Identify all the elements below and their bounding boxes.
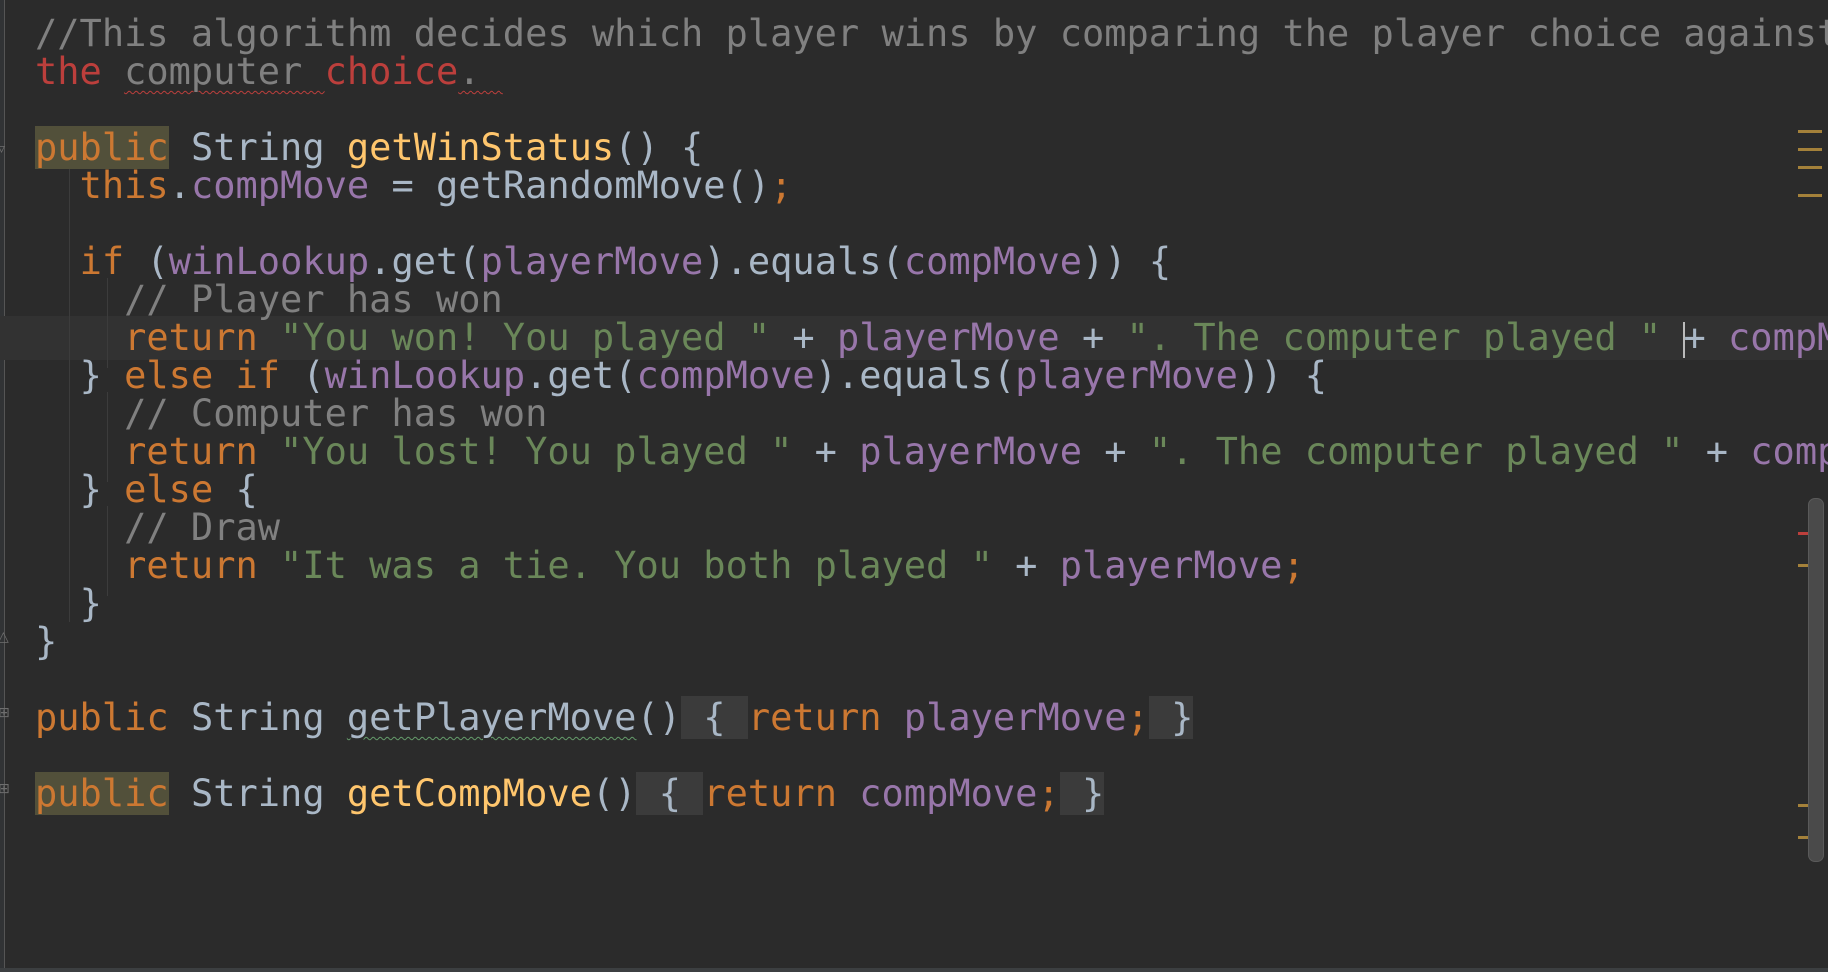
brace: } (79, 582, 102, 625)
operator: + (1059, 316, 1127, 359)
field-ref: playerMove (1059, 544, 1283, 587)
paren: )) { (1237, 354, 1328, 397)
warning-mark[interactable] (1798, 166, 1822, 169)
field-ref: playerMove (480, 240, 704, 283)
keyword-else-if: else if (124, 354, 281, 397)
comment-text: //This algorithm decides which player wi… (35, 12, 1828, 55)
string-literal: ". The computer played " (1148, 430, 1684, 473)
code-line-return: return "You lost! You played " + playerM… (35, 430, 1828, 474)
keyword-return: return (124, 316, 258, 359)
semicolon: ; (1126, 696, 1149, 739)
expand-fold-icon[interactable]: ⊞ (0, 782, 12, 796)
paren: ( (146, 240, 169, 283)
keyword-public: public (35, 126, 169, 169)
field-ref: playerMove (836, 316, 1060, 359)
string-literal: "It was a tie. You both played " (280, 544, 993, 587)
brace: { (213, 468, 258, 511)
type-name: String (190, 696, 325, 739)
expand-fold-icon[interactable]: ⊞ (0, 706, 12, 720)
type-name: String (190, 772, 325, 815)
keyword-if: if (79, 240, 125, 283)
string-literal: "You lost! You played " (280, 430, 793, 473)
field-ref: compMove (903, 240, 1083, 283)
type-name: String (190, 126, 325, 169)
call: .get( (369, 240, 481, 283)
warning-mark[interactable] (1798, 194, 1822, 197)
keyword-return: return (747, 696, 882, 739)
keyword-public: public (35, 696, 169, 739)
brace: } (35, 620, 58, 663)
error-stripe[interactable] (1792, 0, 1828, 972)
vertical-scrollbar-thumb[interactable] (1808, 498, 1824, 862)
semicolon: ; (1282, 544, 1305, 587)
comment-choice: choice (324, 50, 459, 93)
keyword-else: else (124, 468, 214, 511)
fold-marker-icon[interactable]: ▿ (0, 142, 12, 156)
operator: + (992, 544, 1060, 587)
dot: . (168, 164, 191, 207)
brace: { (681, 126, 704, 169)
field-ref: playerMove (859, 430, 1082, 473)
field-ref: winLookup (324, 354, 526, 397)
keyword-public: public (35, 772, 169, 815)
code-line-comment: the computer choice. (35, 50, 503, 94)
code-line-method-folded: public String getPlayerMove() { return p… (35, 696, 1194, 740)
warning-mark[interactable] (1798, 148, 1822, 151)
keyword-return: return (124, 430, 258, 473)
operator: + (1683, 430, 1751, 473)
paren: ( (280, 354, 325, 397)
field-ref: compMove (636, 354, 815, 397)
field-ref: winLookup (168, 240, 370, 283)
call: .get( (525, 354, 637, 397)
code-area[interactable]: //This algorithm decides which player wi… (35, 0, 1828, 972)
editor-bottom-border (0, 968, 1828, 972)
call: ).equals( (814, 354, 1016, 397)
folded-brace[interactable]: } (1148, 696, 1194, 739)
params: () (591, 772, 637, 815)
method-name: getWinStatus (346, 126, 615, 169)
string-literal: ". The computer played " (1126, 316, 1662, 359)
field-ref: playerMove (903, 696, 1127, 739)
operator: + (792, 430, 860, 473)
keyword-return: return (703, 772, 837, 815)
semicolon: ; (1037, 772, 1060, 815)
operator: + (1082, 430, 1149, 473)
semicolon: ; (770, 164, 793, 207)
code-editor[interactable]: ▿ △ ⊞ ⊞ //This algorithm decides which p… (0, 0, 1828, 972)
code-line-method-folded: public String getCompMove() { return com… (35, 772, 1105, 816)
paren: )) { (1082, 240, 1172, 283)
comment-text: // Player has won (124, 278, 503, 321)
keyword-this: this (79, 164, 169, 207)
method-name: getCompMove (346, 772, 592, 815)
folded-brace[interactable]: { (636, 772, 704, 815)
comment-end: . (458, 50, 503, 93)
folded-brace[interactable]: { (681, 696, 748, 739)
brace: } (79, 354, 125, 397)
warning-mark[interactable] (1798, 130, 1822, 133)
field-ref: compMove (859, 772, 1038, 815)
code-line: this.compMove = getRandomMove(); (35, 164, 793, 208)
field-ref: compMove (190, 164, 370, 207)
method-name: getPlayerMove (346, 696, 637, 739)
operator: + (1683, 316, 1729, 359)
code-line: } (35, 620, 57, 664)
keyword-return: return (124, 544, 258, 587)
fold-marker-icon[interactable]: △ (0, 630, 12, 644)
params: () (614, 126, 659, 169)
comment-text: // Draw (124, 506, 281, 549)
comment-the: the (35, 50, 125, 93)
code-line-return: return "It was a tie. You both played " … (35, 544, 1305, 588)
comment-typo-word: computer (124, 50, 325, 93)
assign-expr: = getRandomMove() (369, 164, 771, 207)
params: () (636, 696, 682, 739)
brace: } (79, 468, 125, 511)
operator: + (770, 316, 837, 359)
string-literal: "You won! You played " (280, 316, 771, 359)
field-ref: playerMove (1015, 354, 1238, 397)
comment-text: // Computer has won (124, 392, 548, 435)
call: ).equals( (703, 240, 904, 283)
folded-brace[interactable]: } (1059, 772, 1105, 815)
